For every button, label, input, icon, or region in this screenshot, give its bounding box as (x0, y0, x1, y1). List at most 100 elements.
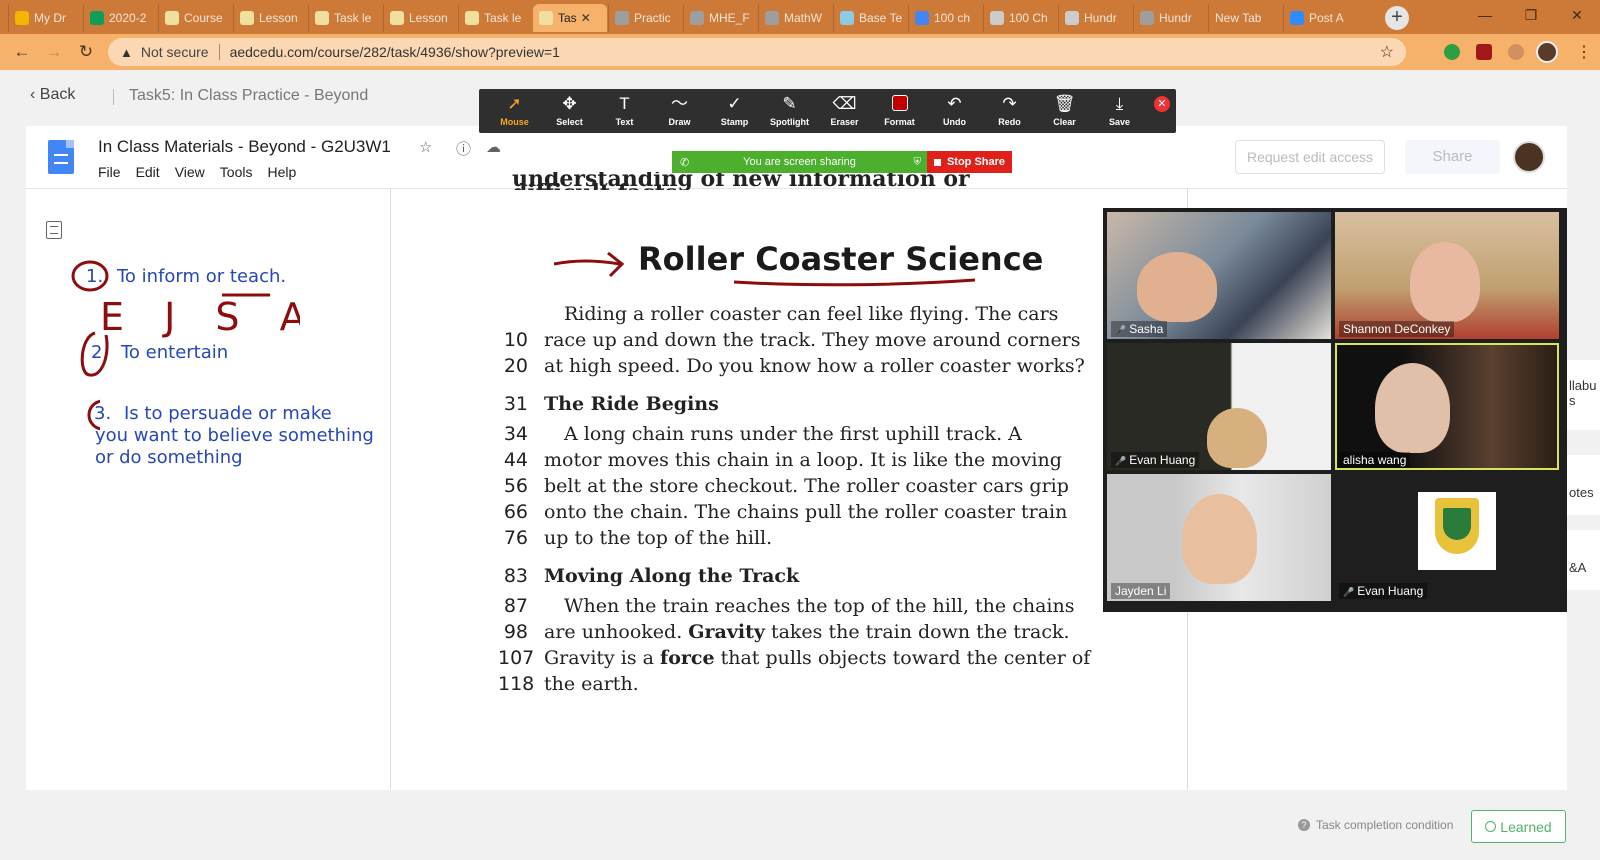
browser-tab[interactable]: Lesson (383, 4, 457, 32)
tool-eraser[interactable]: ⌫ Eraser (817, 89, 872, 133)
line-number: 83 (503, 565, 528, 587)
tool-undo[interactable]: ↶ Undo (927, 89, 982, 133)
tab-label: Course (184, 11, 223, 25)
learned-button[interactable]: Learned (1471, 810, 1566, 843)
request-edit-access-button[interactable]: Request edit access (1235, 140, 1385, 174)
tool-save[interactable]: ⤓ Save (1092, 89, 1147, 133)
google-docs-icon[interactable] (48, 140, 74, 174)
extension-puzzle-icon[interactable] (1508, 44, 1524, 60)
back-link[interactable]: ‹ Back (30, 86, 75, 104)
minimize-icon[interactable]: — (1462, 0, 1508, 30)
stop-share-button[interactable]: Stop Share (927, 151, 1012, 173)
reload-icon[interactable]: ↻ (76, 42, 96, 62)
url-bar[interactable]: ▲ Not secure aedcedu.com/course/282/task… (108, 38, 1406, 66)
info-icon[interactable]: ⓘ (456, 138, 471, 159)
browser-tab[interactable]: Hundr (1058, 4, 1132, 32)
browser-tab[interactable]: Course (158, 4, 232, 32)
tool-text[interactable]: T Text (597, 89, 652, 133)
browser-tab[interactable]: MathW (758, 4, 832, 32)
tool-label: Draw (668, 117, 691, 127)
star-icon[interactable]: ☆ (419, 138, 432, 156)
circle-mark-1 (71, 260, 109, 292)
doc-menu-view[interactable]: View (175, 164, 205, 180)
document-outline-icon[interactable] (46, 221, 62, 239)
school-logo (1418, 492, 1496, 570)
browser-tab[interactable]: My Dr (8, 4, 82, 32)
participant-tile[interactable]: Jayden Li (1107, 474, 1331, 601)
back-arrow-icon[interactable]: ← (12, 42, 32, 62)
tab-close-icon[interactable]: ✕ (581, 11, 591, 25)
task-title: Task5: In Class Practice - Beyond (129, 87, 369, 104)
browser-tab[interactable]: New Tab (1208, 4, 1282, 32)
browser-tab[interactable]: Task le (308, 4, 382, 32)
participant-tile[interactable]: 🎤 Sasha (1107, 212, 1331, 339)
not-secure-label: Not secure (140, 44, 209, 60)
sharing-status-text: You are screen sharing (743, 156, 856, 168)
tool-select[interactable]: ✥ Select (542, 89, 597, 133)
forward-arrow-icon[interactable]: → (44, 42, 64, 62)
side-peek-notes[interactable]: otes (1567, 455, 1600, 515)
extension-green-icon[interactable] (1444, 44, 1460, 60)
browser-menu-icon[interactable]: ⋮ (1576, 42, 1592, 62)
participant-tile[interactable]: Shannon DeConkey (1335, 212, 1559, 339)
participant-name: 🎤 Sasha (1111, 321, 1168, 337)
tool-redo[interactable]: ↷ Redo (982, 89, 1037, 133)
browser-tab[interactable]: 2020-2 (83, 4, 157, 32)
side-peek-syllabus-label: llabu s (1569, 378, 1597, 408)
tab-label: 100 ch (934, 11, 971, 25)
participant-tile[interactable]: 🎤 Evan Huang (1107, 343, 1331, 470)
format-icon (891, 95, 908, 115)
tool-draw[interactable]: 〜 Draw (652, 89, 707, 133)
cloud-status-icon[interactable]: ☁ (486, 138, 501, 156)
browser-tab[interactable]: MHE_F (683, 4, 757, 32)
close-annotation-icon[interactable]: ✕ (1154, 96, 1170, 112)
doc-menu-edit[interactable]: Edit (136, 164, 160, 180)
browser-tab[interactable]: Lesson (233, 4, 307, 32)
tool-label: Save (1108, 117, 1131, 127)
arrow-shaft (553, 259, 621, 266)
bookmark-star-icon[interactable]: ☆ (1380, 42, 1394, 62)
doc-menu-file[interactable]: File (98, 164, 121, 180)
share-button[interactable]: Share (1405, 140, 1500, 174)
doc-menu-help[interactable]: Help (267, 164, 296, 180)
browser-tab[interactable]: 100 Ch (983, 4, 1057, 32)
doc-title[interactable]: In Class Materials - Beyond - G2U3W1 (98, 137, 391, 157)
tool-stamp[interactable]: ✓ Stamp (707, 89, 762, 133)
tool-label: Select (556, 117, 583, 127)
browser-tab[interactable]: Task le (458, 4, 532, 32)
tool-mouse[interactable]: ➚ Mouse (487, 89, 542, 133)
browser-tab[interactable]: Hundr (1133, 4, 1207, 32)
browser-tab[interactable]: 100 ch (908, 4, 982, 32)
close-window-icon[interactable]: ✕ (1554, 0, 1600, 30)
tool-clear[interactable]: 🗑 Clear (1037, 89, 1092, 133)
doc-menu-tools[interactable]: Tools (220, 164, 253, 180)
side-peek-syllabus[interactable]: llabu s (1567, 360, 1600, 430)
task-completion-condition[interactable]: ? Task completion condition (1298, 818, 1453, 832)
heading-underline (733, 278, 976, 287)
user-avatar[interactable] (1513, 141, 1545, 173)
tab-favicon-icon (840, 11, 854, 25)
tab-label: My Dr (34, 11, 66, 25)
browser-tab[interactable]: Practic (608, 4, 682, 32)
line-text: at high speed. Do you know how a roller … (544, 355, 1085, 377)
circle-mark-3b (87, 399, 100, 431)
line-number: 20 (503, 355, 528, 377)
warning-icon: ▲ (120, 44, 133, 60)
participant-tile[interactable]: alisha wang (1335, 343, 1559, 470)
browser-tab[interactable]: Post A (1283, 4, 1357, 32)
browser-tab[interactable]: Base Te (833, 4, 907, 32)
extension-ublock-icon[interactable] (1476, 44, 1492, 60)
spotlight-icon: ✎ (782, 94, 797, 113)
profile-avatar[interactable] (1536, 41, 1558, 63)
line-text: The Ride Begins (544, 393, 719, 415)
maximize-icon[interactable]: ❐ (1508, 0, 1554, 30)
tool-format[interactable]: Format (872, 89, 927, 133)
side-peek-qa[interactable]: &A (1567, 530, 1600, 590)
browser-tab[interactable]: Tas ✕ (533, 4, 607, 32)
participant-name-text: alisha wang (1343, 453, 1407, 467)
participant-tile[interactable]: 🎤 Evan Huang (1335, 474, 1559, 601)
tool-spotlight[interactable]: ✎ Spotlight (762, 89, 817, 133)
new-tab-button[interactable]: + (1385, 6, 1409, 30)
book-cut-line: understanding of new information or diff… (512, 172, 970, 190)
line-text: are unhooked. Gravity takes the train do… (544, 621, 1070, 643)
